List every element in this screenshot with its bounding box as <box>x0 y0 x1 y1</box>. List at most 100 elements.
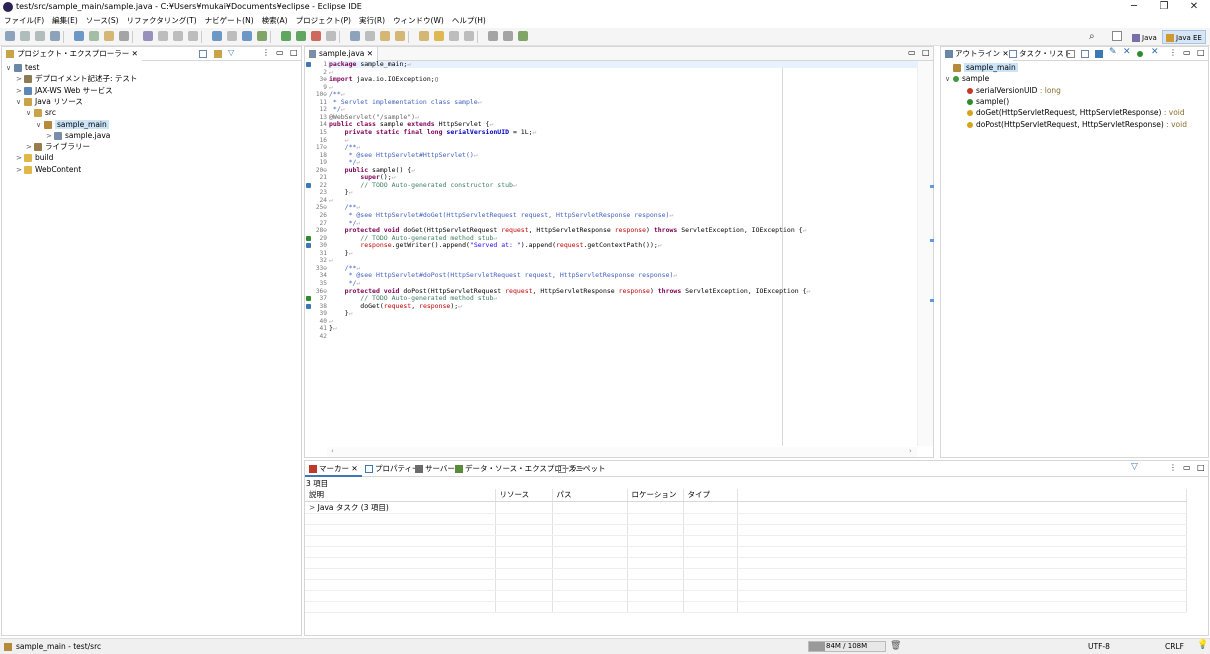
outline-item[interactable]: doGet(HttpServletRequest, HttpServletRes… <box>959 107 1185 118</box>
expand-toggle-icon[interactable]: ∨ <box>6 63 14 74</box>
sort-icon[interactable] <box>1067 50 1075 58</box>
outline-item[interactable]: doPost(HttpServletRequest, HttpServletRe… <box>959 119 1187 130</box>
tab-outline[interactable]: アウトライン ✕ <box>941 47 1013 61</box>
code-line[interactable]: }↵ <box>329 324 337 333</box>
toolbar-button-icon[interactable] <box>449 31 459 41</box>
minimize-view-icon[interactable]: ▭ <box>1183 48 1191 57</box>
garbage-collect-icon[interactable]: 🗑 <box>890 641 901 651</box>
menu-item[interactable]: 実行(R) <box>355 14 389 28</box>
toolbar-button-icon[interactable] <box>5 31 15 41</box>
tree-item[interactable]: > JAX-WS Web サービス <box>16 85 113 97</box>
menu-item[interactable]: プロジェクト(P) <box>292 14 355 28</box>
code-line[interactable]: * @see HttpServlet#doPost(HttpServletReq… <box>329 272 678 280</box>
table-row[interactable]: > Java タスク (3 項目) <box>305 501 1187 514</box>
toolbar-button-icon[interactable] <box>281 31 291 41</box>
perspective-java-button[interactable]: Java <box>1128 30 1161 44</box>
code-area[interactable]: 1 package sample_main;↵ 2 ↵ 3⊕ import java.io… <box>305 61 917 446</box>
toolbar-button-icon[interactable] <box>296 31 306 41</box>
filter-icon[interactable]: ▽ <box>228 48 236 57</box>
toolbar-button-icon[interactable] <box>227 31 237 41</box>
code-line[interactable]: // TODO Auto-generated constructor stub↵ <box>329 181 517 190</box>
tab-sample-java[interactable]: sample.java ✕ <box>305 47 379 61</box>
tab-snippets[interactable]: スニペット <box>554 461 610 475</box>
toolbar-button-icon[interactable] <box>395 31 405 41</box>
toolbar-button-icon[interactable] <box>503 31 513 41</box>
toolbar-button-icon[interactable] <box>311 31 321 41</box>
tree-item[interactable]: > WebContent <box>16 164 81 176</box>
close-button[interactable]: ✕ <box>1180 0 1208 14</box>
toolbar-button-icon[interactable] <box>434 31 444 41</box>
minimize-view-icon[interactable]: ▭ <box>276 48 284 57</box>
code-line[interactable]: private static final long serialVersionU… <box>329 128 537 137</box>
collapse-all-icon[interactable] <box>1081 50 1089 58</box>
gutter-marker-icon[interactable] <box>306 62 311 67</box>
tree-item[interactable]: ∨ src <box>26 107 56 119</box>
expand-toggle-icon[interactable]: > <box>16 165 24 176</box>
menu-item[interactable]: ファイル(F) <box>0 14 48 28</box>
link-editor-icon[interactable] <box>214 50 222 58</box>
outline-item[interactable]: sample_main <box>945 62 1018 73</box>
gutter-marker-icon[interactable] <box>306 303 311 309</box>
code-line[interactable]: response.getWriter().append("Served at: … <box>329 241 661 250</box>
horizontal-scrollbar[interactable]: ‹ › <box>327 447 917 457</box>
toolbar-button-icon[interactable] <box>518 31 528 41</box>
hide-fields-icon[interactable] <box>1095 50 1103 58</box>
menu-item[interactable]: ウィンドウ(W) <box>389 14 448 28</box>
column-header[interactable]: ロケーション <box>627 489 684 502</box>
gutter-marker-icon[interactable] <box>306 243 311 249</box>
toolbar-button-icon[interactable] <box>173 31 183 41</box>
collapse-all-icon[interactable] <box>199 50 207 58</box>
toolbar-button-icon[interactable] <box>365 31 375 41</box>
tree-item[interactable]: > build <box>16 152 53 164</box>
menu-item[interactable]: 検索(A) <box>258 14 292 28</box>
search-icon[interactable]: ⌕ <box>1089 31 1095 42</box>
toolbar-button-icon[interactable] <box>143 31 153 41</box>
heap-status[interactable]: 84M / 108M <box>808 641 886 652</box>
expand-toggle-icon[interactable]: ∨ <box>26 108 34 119</box>
code-line[interactable]: import java.io.IOException;▯ <box>329 75 439 84</box>
column-header[interactable]: リソース <box>495 489 553 502</box>
tree-item[interactable]: ∨ sample_main <box>36 119 109 131</box>
toolbar-button-icon[interactable] <box>74 31 84 41</box>
tab-markers[interactable]: マーカー ✕ <box>305 461 362 477</box>
toolbar-button-icon[interactable] <box>257 31 267 41</box>
outline-item[interactable]: sample() <box>959 96 1009 107</box>
minimize-button[interactable]: ─ <box>1120 0 1148 14</box>
tree-item[interactable]: > デプロイメント記述子: テスト <box>16 73 137 85</box>
view-menu-icon[interactable]: ⋮ <box>262 48 270 57</box>
toolbar-button-icon[interactable] <box>35 31 45 41</box>
perspective-javaee-button[interactable]: Java EE <box>1162 30 1206 44</box>
open-perspective-icon[interactable] <box>1112 31 1122 41</box>
toolbar-button-icon[interactable] <box>212 31 222 41</box>
toolbar-button-icon[interactable] <box>350 31 360 41</box>
toolbar-button-icon[interactable] <box>158 31 168 41</box>
toolbar-button-icon[interactable] <box>488 31 498 41</box>
code-line[interactable]: package sample_main;↵ <box>329 61 411 69</box>
view-menu-icon[interactable]: ⋮ <box>1169 463 1177 472</box>
toolbar-button-icon[interactable] <box>50 31 60 41</box>
toolbar-button-icon[interactable] <box>242 31 252 41</box>
minimize-editor-icon[interactable]: ▭ <box>908 48 916 57</box>
view-menu-icon[interactable]: ⋮ <box>1169 48 1177 57</box>
outline-item[interactable]: serialVersionUID : long <box>959 85 1061 96</box>
tab-task-list[interactable]: タスク・リスト <box>1005 47 1075 61</box>
toolbar-button-icon[interactable] <box>326 31 336 41</box>
hide-nonpublic-icon[interactable]: ✕ <box>1123 47 1131 57</box>
toolbar-button-icon[interactable] <box>104 31 114 41</box>
gutter-marker-icon[interactable] <box>306 182 311 188</box>
minimize-view-icon[interactable]: ▭ <box>1183 463 1191 472</box>
hide-local-types-icon[interactable]: ✕ <box>1151 47 1159 57</box>
column-header[interactable]: タイプ <box>683 489 738 502</box>
expand-toggle-icon[interactable]: > <box>309 503 318 512</box>
maximize-editor-icon[interactable]: □ <box>922 48 930 57</box>
code-line[interactable]: * @see HttpServlet#doGet(HttpServletRequ… <box>329 211 674 220</box>
tree-item[interactable]: ∨ test <box>6 62 39 74</box>
gutter-marker-icon[interactable] <box>306 235 311 241</box>
maximize-view-icon[interactable]: □ <box>290 48 298 57</box>
tab-project-explorer[interactable]: プロジェクト・エクスプローラー ✕ <box>2 47 142 61</box>
filter-icon[interactable]: ▽ <box>1131 462 1139 472</box>
toolbar-button-icon[interactable] <box>380 31 390 41</box>
tree-item[interactable]: ∨ Java リソース <box>16 96 83 108</box>
maximize-button[interactable]: ❐ <box>1150 0 1178 14</box>
menu-item[interactable]: ナビゲート(N) <box>201 14 258 28</box>
